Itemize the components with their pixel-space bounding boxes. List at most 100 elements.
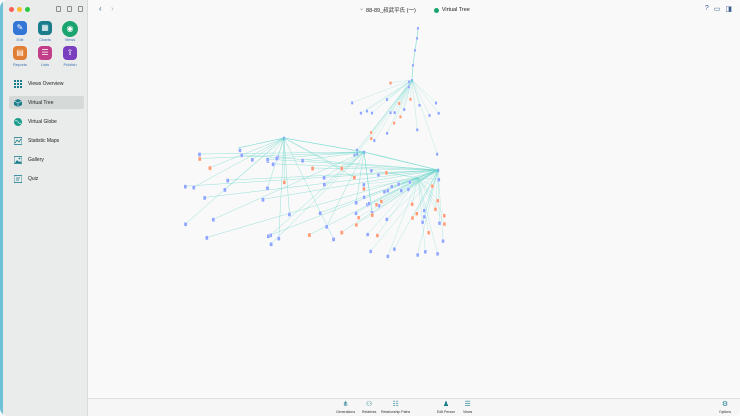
person-node[interactable]	[362, 195, 366, 200]
person-node[interactable]	[402, 107, 406, 112]
person-node[interactable]	[407, 85, 411, 89]
person-node[interactable]	[331, 237, 336, 242]
sidebar-item-gallery[interactable]: Gallery	[9, 153, 84, 166]
person-node[interactable]	[413, 48, 417, 53]
person-node[interactable]	[352, 175, 357, 180]
back-button[interactable]: ‹	[99, 5, 102, 13]
person-node[interactable]	[354, 200, 358, 205]
person-node[interactable]	[433, 207, 438, 212]
person-node[interactable]	[390, 184, 394, 189]
person-node[interactable]	[437, 221, 442, 226]
person-node[interactable]	[415, 252, 420, 258]
tool-reports[interactable]: ▤ Reports	[8, 46, 32, 67]
person-node[interactable]	[437, 111, 441, 116]
person-node[interactable]	[389, 110, 393, 115]
person-node[interactable]	[406, 187, 411, 192]
person-node[interactable]	[208, 165, 212, 171]
person-node[interactable]	[376, 172, 381, 178]
person-node[interactable]	[238, 148, 242, 153]
person-node[interactable]	[356, 215, 361, 220]
sidebar-item-statistic-maps[interactable]: Statistic Maps	[9, 134, 84, 147]
virtual-tree-canvas[interactable]	[88, 20, 740, 398]
person-node[interactable]	[265, 157, 270, 162]
person-node[interactable]	[415, 127, 419, 132]
person-node[interactable]	[250, 157, 255, 163]
person-node[interactable]	[287, 212, 292, 217]
person-node[interactable]	[389, 81, 393, 85]
person-node[interactable]	[442, 221, 447, 227]
person-node[interactable]	[416, 26, 420, 31]
person-node[interactable]	[408, 179, 412, 185]
sidebar-item-virtual-tree[interactable]: Virtual Tree	[9, 96, 84, 109]
person-node[interactable]	[374, 202, 379, 207]
person-node[interactable]	[386, 254, 390, 259]
person-node[interactable]	[225, 178, 230, 183]
person-node[interactable]	[385, 217, 389, 222]
tool-views[interactable]: ◉ Views	[58, 21, 82, 42]
sidebar-item-views-overview[interactable]: Views Overview	[9, 77, 84, 90]
person-node[interactable]	[385, 97, 389, 102]
person-node[interactable]	[354, 222, 359, 228]
person-node[interactable]	[197, 152, 202, 157]
person-node[interactable]	[422, 214, 427, 220]
person-node[interactable]	[239, 153, 244, 158]
person-node[interactable]	[426, 230, 431, 235]
person-node[interactable]	[318, 210, 323, 216]
forward-button[interactable]: ›	[111, 5, 114, 13]
person-node[interactable]	[410, 215, 415, 221]
person-node[interactable]	[367, 201, 371, 206]
person-node[interactable]	[197, 156, 202, 162]
person-node[interactable]	[442, 213, 446, 218]
close-window-button[interactable]	[9, 7, 14, 12]
inspector-toggle-icon[interactable]: ◨	[725, 5, 732, 13]
person-node[interactable]	[369, 130, 373, 135]
person-node[interactable]	[362, 182, 366, 187]
person-node[interactable]	[322, 182, 327, 187]
bookmark-icon[interactable]	[67, 6, 72, 12]
tool-charts[interactable]: ▦ Charts	[33, 21, 57, 42]
person-node[interactable]	[354, 211, 358, 216]
person-node[interactable]	[396, 182, 401, 187]
person-node[interactable]	[408, 97, 412, 102]
person-node[interactable]	[379, 199, 384, 204]
person-node[interactable]	[386, 188, 390, 193]
tool-lists[interactable]: ☰ Lists	[33, 46, 57, 67]
person-node[interactable]	[300, 158, 305, 163]
person-node[interactable]	[435, 251, 440, 257]
person-node[interactable]	[411, 63, 415, 68]
virtual-tree-graph[interactable]	[88, 20, 740, 398]
help-button[interactable]: ?	[705, 5, 709, 13]
relationship-paths-button[interactable]: ☷ Relationship Paths	[381, 401, 410, 414]
person-node[interactable]	[372, 138, 376, 143]
edit-person-button[interactable]: ♟ Edit Person	[437, 401, 455, 414]
tool-publish[interactable]: ⇪ Publish	[58, 46, 82, 67]
person-node[interactable]	[437, 177, 441, 182]
person-node[interactable]	[393, 110, 397, 115]
person-node[interactable]	[398, 114, 402, 119]
person-node[interactable]	[423, 249, 428, 254]
person-node[interactable]	[397, 101, 401, 106]
person-node[interactable]	[266, 234, 271, 239]
person-node[interactable]	[205, 235, 209, 241]
person-node[interactable]	[441, 238, 445, 244]
person-node[interactable]	[324, 224, 329, 230]
relatives-button[interactable]: ⚇ Relatives	[362, 401, 376, 414]
tag-icon[interactable]	[56, 6, 61, 12]
sidebar-toggle-icon[interactable]	[78, 6, 83, 12]
person-node[interactable]	[407, 80, 411, 84]
person-node[interactable]	[430, 183, 435, 189]
person-node[interactable]	[418, 103, 422, 108]
person-node[interactable]	[410, 202, 414, 207]
sidebar-item-virtual-globe[interactable]: Virtual Globe	[9, 115, 84, 128]
person-node[interactable]	[265, 186, 270, 191]
person-node[interactable]	[307, 232, 312, 238]
person-node[interactable]	[415, 36, 419, 41]
person-node[interactable]	[369, 168, 374, 173]
person-node[interactable]	[370, 212, 374, 218]
person-node[interactable]	[392, 246, 397, 252]
person-node[interactable]	[183, 184, 188, 189]
person-node[interactable]	[420, 220, 425, 225]
person-node[interactable]	[366, 232, 370, 237]
person-node[interactable]	[370, 111, 374, 115]
person-node[interactable]	[385, 131, 389, 136]
